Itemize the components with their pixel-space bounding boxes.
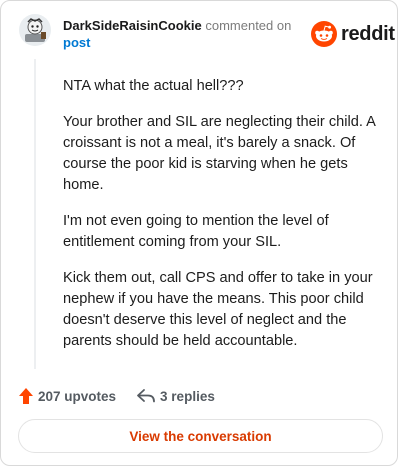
replies-count: 3 replies	[160, 388, 215, 404]
reddit-wordmark: reddit	[341, 22, 395, 45]
action-text: commented on	[205, 18, 292, 33]
comment-body: NTA what the actual hell??? Your brother…	[63, 76, 381, 367]
reddit-snoo-icon	[311, 21, 337, 47]
comment-paragraph: Kick them out, call CPS and offer to tak…	[63, 270, 373, 349]
comment-header: DarkSideRaisinCookie commented on post	[63, 17, 291, 51]
comment-card: DarkSideRaisinCookie commented on post r…	[0, 0, 398, 466]
upvote-arrow-icon[interactable]	[18, 387, 34, 405]
comment-paragraph: Your brother and SIL are neglecting thei…	[63, 114, 376, 193]
comment-footer: 207 upvotes 3 replies	[18, 385, 215, 407]
avatar[interactable]	[19, 14, 51, 46]
thread-line	[34, 59, 36, 369]
post-link[interactable]: post	[63, 35, 90, 50]
comment-paragraph: NTA what the actual hell???	[63, 78, 244, 94]
author-name[interactable]: DarkSideRaisinCookie	[63, 18, 202, 33]
reddit-logo[interactable]: reddit	[311, 21, 395, 47]
view-conversation-button[interactable]: View the conversation	[18, 419, 383, 453]
reply-arrow-icon[interactable]	[136, 388, 156, 404]
upvotes-count: 207 upvotes	[38, 388, 117, 404]
comment-paragraph: I'm not even going to mention the level …	[63, 213, 329, 250]
upvotes-stat[interactable]: 207 upvotes	[18, 387, 116, 405]
replies-stat[interactable]: 3 replies	[136, 388, 215, 404]
